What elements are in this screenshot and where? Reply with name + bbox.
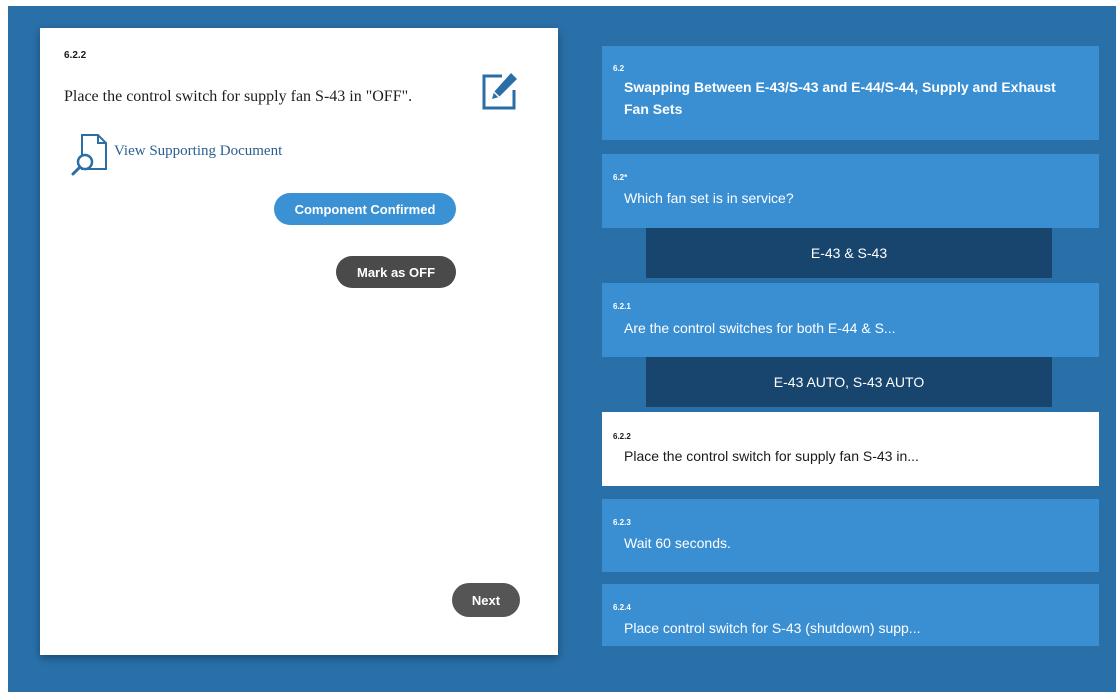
step-number: 6.2.4	[613, 603, 631, 612]
step-item-6-2-2-active[interactable]: 6.2.2 Place the control switch for suppl…	[602, 412, 1099, 486]
step-text: Place control switch for S-43 (shutdown)…	[624, 620, 921, 636]
edit-icon[interactable]	[480, 70, 520, 112]
step-text: Wait 60 seconds.	[624, 535, 731, 551]
step-number: 6.2.1	[613, 302, 631, 311]
step-answer: E-43 AUTO, S-43 AUTO	[646, 357, 1052, 407]
step-title: Swapping Between E-43/S-43 and E-44/S-44…	[624, 79, 1056, 117]
step-number: 6.2	[613, 64, 625, 73]
step-number: 6.2.3	[613, 518, 631, 527]
step-item-6-2-star[interactable]: 6.2* Which fan set is in service?	[602, 154, 1099, 228]
step-text: Which fan set is in service?	[624, 190, 794, 206]
step-text: Are the control switches for both E-44 &…	[624, 320, 896, 336]
step-answer: E-43 & S-43	[646, 228, 1052, 278]
step-item-6-2[interactable]: 6.2 Swapping Between E-43/S-43 and E-44/…	[602, 46, 1099, 140]
card-step-number: 6.2.2	[64, 50, 87, 61]
step-item-6-2-1[interactable]: 6.2.1 Are the control switches for both …	[602, 283, 1099, 357]
document-search-icon	[68, 132, 112, 176]
step-number: 6.2.2	[613, 432, 631, 441]
mark-as-off-button[interactable]: Mark as OFF	[336, 256, 456, 288]
current-step-card: 6.2.2 Place the control switch for suppl…	[40, 28, 558, 655]
step-item-6-2-3[interactable]: 6.2.3 Wait 60 seconds.	[602, 499, 1099, 572]
view-supporting-document-link[interactable]: View Supporting Document	[68, 132, 282, 176]
step-item-6-2-4[interactable]: 6.2.4 Place control switch for S-43 (shu…	[602, 584, 1099, 646]
component-confirmed-button[interactable]: Component Confirmed	[274, 193, 456, 225]
next-button[interactable]: Next	[452, 583, 520, 617]
step-number: 6.2*	[613, 173, 628, 182]
step-text: Place the control switch for supply fan …	[624, 448, 919, 464]
card-instruction-text: Place the control switch for supply fan …	[64, 88, 413, 105]
supporting-document-label: View Supporting Document	[114, 142, 283, 159]
